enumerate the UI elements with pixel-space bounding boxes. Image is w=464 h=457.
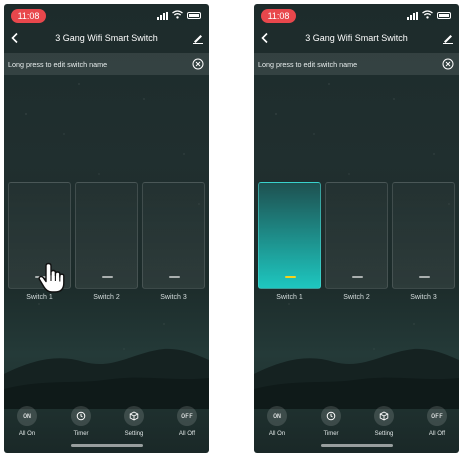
status-time: 11:08 — [261, 9, 296, 23]
phone-screen-left: 11:08 3 Gang Wifi Smart Switch Long pres… — [4, 4, 209, 453]
switch-3-panel[interactable] — [142, 182, 205, 289]
nav-bar: 3 Gang Wifi Smart Switch — [4, 28, 209, 48]
close-circle-icon[interactable] — [192, 58, 204, 70]
all-off-button[interactable]: OFF All Off — [415, 406, 459, 437]
all-off-label: All Off — [428, 431, 446, 437]
status-icons — [157, 10, 201, 21]
phone-screen-right: 11:08 3 Gang Wifi Smart Switch Long pres… — [254, 4, 459, 453]
nav-bar: 3 Gang Wifi Smart Switch — [254, 28, 459, 48]
switch-1-panel[interactable] — [258, 182, 321, 289]
setting-button[interactable]: Setting — [112, 406, 156, 437]
wifi-icon — [172, 10, 183, 21]
all-off-button[interactable]: OFF All Off — [165, 406, 209, 437]
switch-3-indicator — [419, 276, 430, 278]
mountain-silhouette — [254, 334, 459, 409]
switch-3-label: Switch 3 — [410, 294, 437, 301]
all-on-icon-text: ON — [273, 412, 281, 420]
all-off-icon-text: OFF — [431, 412, 443, 420]
on-circle-icon[interactable]: ON — [17, 406, 37, 426]
timer-label: Timer — [73, 431, 89, 437]
hint-text: Long press to edit switch name — [258, 59, 358, 69]
timer-label: Timer — [323, 431, 339, 437]
clock-icon[interactable] — [321, 406, 341, 426]
hint-text: Long press to edit switch name — [8, 59, 108, 69]
switch-1-indicator — [285, 276, 296, 278]
switch-1-label: Switch 1 — [26, 294, 53, 301]
status-bar: 11:08 — [4, 8, 209, 24]
all-on-label: All On — [18, 431, 36, 437]
switch-2-panel[interactable] — [325, 182, 388, 289]
close-circle-icon[interactable] — [442, 58, 454, 70]
all-off-label: All Off — [178, 431, 196, 437]
all-on-icon-text: ON — [23, 412, 31, 420]
hint-banner: Long press to edit switch name — [254, 53, 459, 75]
timer-button[interactable]: Timer — [59, 406, 103, 437]
all-on-label: All On — [268, 431, 286, 437]
switch-2-panel[interactable] — [75, 182, 138, 289]
edit-pencil-icon[interactable] — [442, 32, 454, 44]
status-bar: 11:08 — [254, 8, 459, 24]
page-title: 3 Gang Wifi Smart Switch — [305, 33, 408, 43]
off-circle-icon[interactable]: OFF — [427, 406, 447, 426]
page-title: 3 Gang Wifi Smart Switch — [55, 33, 158, 43]
switch-2-indicator — [102, 276, 113, 278]
on-circle-icon[interactable]: ON — [267, 406, 287, 426]
signal-icon — [157, 11, 168, 20]
signal-icon — [407, 11, 418, 20]
all-on-button[interactable]: ON All On — [255, 406, 299, 437]
switch-3-panel[interactable] — [392, 182, 455, 289]
setting-label: Setting — [124, 431, 144, 437]
wifi-icon — [422, 10, 433, 21]
all-on-button[interactable]: ON All On — [5, 406, 49, 437]
battery-icon — [437, 12, 451, 19]
switch-1-label: Switch 1 — [276, 294, 303, 301]
switch-2-label: Switch 2 — [343, 294, 370, 301]
setting-button[interactable]: Setting — [362, 406, 406, 437]
hand-pointer-icon — [38, 262, 65, 293]
timer-button[interactable]: Timer — [309, 406, 353, 437]
switch-2-indicator — [352, 276, 363, 278]
off-circle-icon[interactable]: OFF — [177, 406, 197, 426]
status-time: 11:08 — [11, 9, 46, 23]
switch-2-label: Switch 2 — [93, 294, 120, 301]
mountain-silhouette — [4, 334, 209, 409]
clock-icon[interactable] — [71, 406, 91, 426]
edit-pencil-icon[interactable] — [192, 32, 204, 44]
all-off-icon-text: OFF — [181, 412, 193, 420]
battery-icon — [187, 12, 201, 19]
home-indicator[interactable] — [321, 444, 393, 447]
cube-icon[interactable] — [124, 406, 144, 426]
status-icons — [407, 10, 451, 21]
home-indicator[interactable] — [71, 444, 143, 447]
switch-3-label: Switch 3 — [160, 294, 187, 301]
bottom-action-bar: ON All On Timer Setting OFF All Off — [254, 406, 459, 446]
bottom-action-bar: ON All On Timer Setting OFF All Off — [4, 406, 209, 446]
cube-icon[interactable] — [374, 406, 394, 426]
hint-banner: Long press to edit switch name — [4, 53, 209, 75]
setting-label: Setting — [374, 431, 394, 437]
switch-3-indicator — [169, 276, 180, 278]
